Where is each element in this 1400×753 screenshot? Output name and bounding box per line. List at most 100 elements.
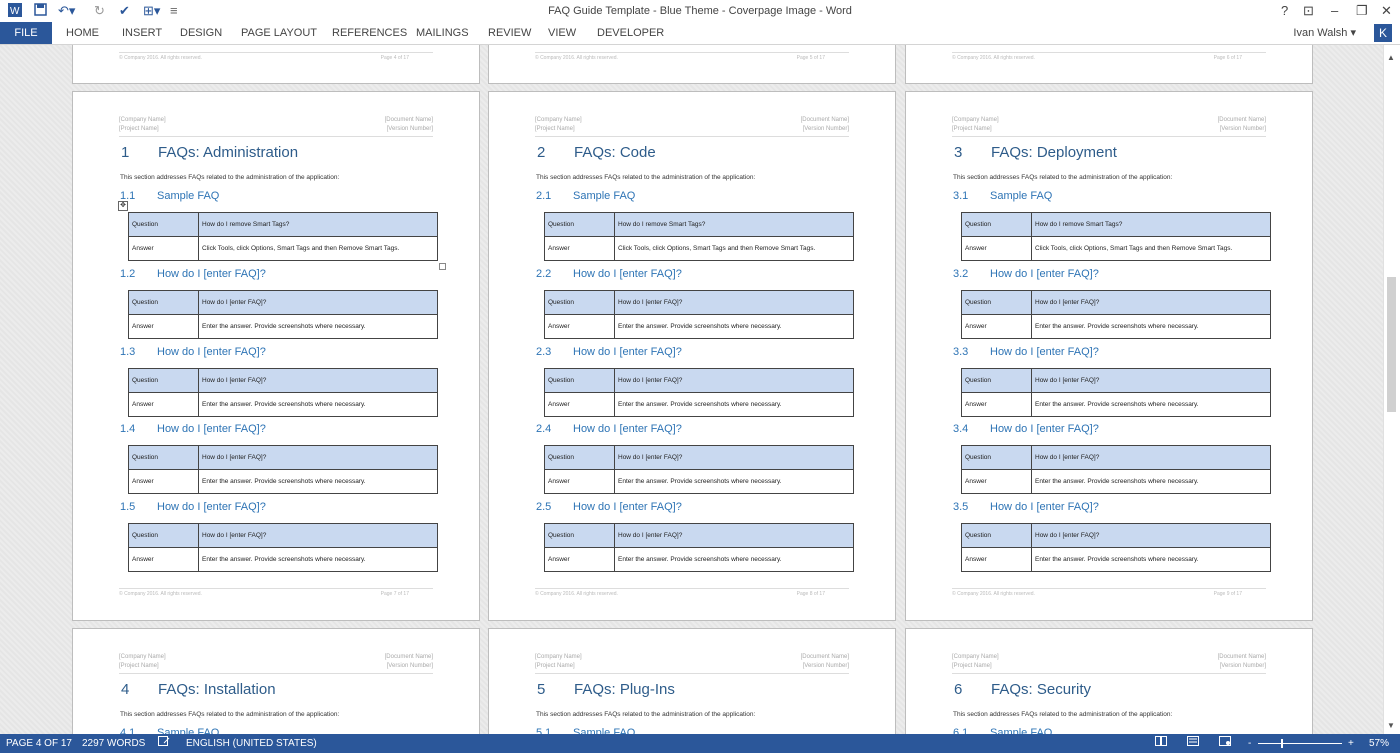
answer-text[interactable]: Enter the answer. Provide screenshots wh… — [614, 314, 854, 339]
question-text[interactable]: How do I [enter FAQ]? — [614, 290, 854, 315]
user-account[interactable]: Ivan Walsh ▾ — [1293, 22, 1356, 44]
answer-label[interactable]: Answer — [128, 236, 199, 261]
faq-table[interactable]: Question How do I [enter FAQ]? Answer Enter… — [128, 523, 438, 572]
document-canvas[interactable]: © Company 2016. All rights reserved. Pag… — [0, 45, 1384, 734]
faq-table[interactable]: Question How do I [enter FAQ]? Answer Enter… — [961, 290, 1271, 339]
answer-text[interactable]: Enter the answer. Provide screenshots wh… — [198, 469, 438, 494]
scroll-up-arrow-icon[interactable]: ▲ — [1387, 53, 1395, 62]
answer-text[interactable]: Enter the answer. Provide screenshots wh… — [1031, 392, 1271, 417]
tab-view[interactable]: VIEW — [548, 22, 576, 44]
ribbon-display-button[interactable]: ⊡ — [1303, 3, 1314, 19]
answer-label[interactable]: Answer — [544, 469, 615, 494]
faq-table[interactable]: Question How do I [enter FAQ]? Answer Enter… — [544, 368, 854, 417]
answer-label[interactable]: Answer — [961, 547, 1032, 572]
page-partial-top[interactable]: © Company 2016. All rights reserved. Pag… — [488, 45, 896, 84]
language-indicator[interactable]: ENGLISH (UNITED STATES) — [186, 734, 317, 753]
question-label[interactable]: Question — [544, 368, 615, 393]
answer-label[interactable]: Answer — [128, 392, 199, 417]
document-page[interactable]: [Company Name] [Project Name] [Document Na… — [905, 91, 1313, 621]
table-move-handle-icon[interactable]: ✥ — [118, 201, 128, 211]
faq-table[interactable]: Question How do I remove Smart Tags? Answe… — [544, 212, 854, 261]
answer-text[interactable]: Enter the answer. Provide screenshots wh… — [198, 392, 438, 417]
question-text[interactable]: How do I [enter FAQ]? — [1031, 368, 1271, 393]
answer-text[interactable]: Enter the answer. Provide screenshots wh… — [614, 547, 854, 572]
faq-table[interactable]: Question How do I remove Smart Tags? Answe… — [128, 212, 438, 261]
faq-table[interactable]: Question How do I [enter FAQ]? Answer Enter… — [961, 523, 1271, 572]
read-mode-icon[interactable] — [1155, 734, 1167, 753]
question-text[interactable]: How do I [enter FAQ]? — [198, 445, 438, 470]
document-page[interactable]: [Company Name] [Project Name] [Document Na… — [72, 628, 480, 734]
zoom-slider[interactable] — [1258, 743, 1342, 744]
faq-table[interactable]: Question How do I [enter FAQ]? Answer Enter… — [544, 523, 854, 572]
question-label[interactable]: Question — [128, 368, 199, 393]
answer-label[interactable]: Answer — [544, 392, 615, 417]
answer-label[interactable]: Answer — [128, 469, 199, 494]
answer-text[interactable]: Enter the answer. Provide screenshots wh… — [198, 547, 438, 572]
document-page[interactable]: [Company Name] [Project Name] [Document Na… — [488, 91, 896, 621]
faq-table[interactable]: Question How do I [enter FAQ]? Answer Enter… — [128, 445, 438, 494]
answer-label[interactable]: Answer — [961, 314, 1032, 339]
question-label[interactable]: Question — [961, 368, 1032, 393]
zoom-in-button[interactable]: + — [1348, 734, 1354, 753]
faq-table[interactable]: Question How do I [enter FAQ]? Answer Enter… — [128, 290, 438, 339]
faq-table[interactable]: Question How do I [enter FAQ]? Answer Enter… — [544, 290, 854, 339]
page-partial-top[interactable]: © Company 2016. All rights reserved. Pag… — [905, 45, 1313, 84]
answer-text[interactable]: Click Tools, click Options, Smart Tags a… — [614, 236, 854, 261]
tab-review[interactable]: REVIEW — [488, 22, 531, 44]
faq-table[interactable]: Question How do I [enter FAQ]? Answer Enter… — [961, 368, 1271, 417]
question-label[interactable]: Question — [544, 445, 615, 470]
question-text[interactable]: How do I [enter FAQ]? — [1031, 523, 1271, 548]
question-text[interactable]: How do I [enter FAQ]? — [614, 523, 854, 548]
web-layout-icon[interactable] — [1219, 734, 1231, 753]
answer-text[interactable]: Click Tools, click Options, Smart Tags a… — [1031, 236, 1271, 261]
answer-text[interactable]: Enter the answer. Provide screenshots wh… — [1031, 469, 1271, 494]
question-label[interactable]: Question — [544, 290, 615, 315]
proofing-icon[interactable] — [158, 734, 170, 753]
word-count[interactable]: 2297 WORDS — [82, 734, 145, 753]
help-button[interactable]: ? — [1281, 3, 1288, 18]
question-label[interactable]: Question — [961, 445, 1032, 470]
scroll-down-arrow-icon[interactable]: ▼ — [1387, 721, 1395, 730]
answer-text[interactable]: Enter the answer. Provide screenshots wh… — [614, 392, 854, 417]
question-label[interactable]: Question — [128, 290, 199, 315]
page-count[interactable]: PAGE 4 OF 17 — [6, 734, 72, 753]
tab-developer[interactable]: DEVELOPER — [597, 22, 664, 44]
question-label[interactable]: Question — [961, 212, 1032, 237]
tab-page-layout[interactable]: PAGE LAYOUT — [241, 22, 317, 44]
document-page[interactable]: [Company Name] [Project Name] [Document Na… — [72, 91, 480, 621]
question-text[interactable]: How do I remove Smart Tags? — [614, 212, 854, 237]
table-resize-handle[interactable] — [439, 263, 446, 270]
question-text[interactable]: How do I [enter FAQ]? — [198, 290, 438, 315]
vertical-scrollbar[interactable]: ▲ ▼ — [1383, 45, 1400, 734]
question-text[interactable]: How do I remove Smart Tags? — [1031, 212, 1271, 237]
answer-label[interactable]: Answer — [128, 314, 199, 339]
question-text[interactable]: How do I [enter FAQ]? — [198, 523, 438, 548]
faq-table[interactable]: Question How do I [enter FAQ]? Answer Enter… — [128, 368, 438, 417]
restore-button[interactable]: ❐ — [1356, 3, 1368, 19]
page-partial-top[interactable]: © Company 2016. All rights reserved. Pag… — [72, 45, 480, 84]
print-layout-icon[interactable] — [1187, 734, 1199, 753]
question-label[interactable]: Question — [128, 445, 199, 470]
avatar[interactable]: K — [1374, 24, 1392, 42]
answer-label[interactable]: Answer — [544, 314, 615, 339]
question-label[interactable]: Question — [128, 523, 199, 548]
faq-table[interactable]: Question How do I [enter FAQ]? Answer Enter… — [961, 445, 1271, 494]
answer-label[interactable]: Answer — [544, 547, 615, 572]
scrollbar-thumb[interactable] — [1387, 277, 1396, 412]
answer-text[interactable]: Enter the answer. Provide screenshots wh… — [1031, 547, 1271, 572]
tab-references[interactable]: REFERENCES — [332, 22, 407, 44]
tab-insert[interactable]: INSERT — [122, 22, 162, 44]
tab-file[interactable]: FILE — [0, 22, 52, 44]
zoom-level[interactable]: 57% — [1369, 734, 1389, 753]
answer-label[interactable]: Answer — [961, 236, 1032, 261]
tab-home[interactable]: HOME — [66, 22, 99, 44]
question-label[interactable]: Question — [128, 212, 199, 237]
answer-label[interactable]: Answer — [544, 236, 615, 261]
faq-table[interactable]: Question How do I [enter FAQ]? Answer Enter… — [544, 445, 854, 494]
document-page[interactable]: [Company Name] [Project Name] [Document Na… — [905, 628, 1313, 734]
close-button[interactable]: ✕ — [1381, 3, 1392, 19]
document-page[interactable]: [Company Name] [Project Name] [Document Na… — [488, 628, 896, 734]
answer-label[interactable]: Answer — [961, 392, 1032, 417]
question-label[interactable]: Question — [961, 290, 1032, 315]
faq-table[interactable]: Question How do I remove Smart Tags? Answe… — [961, 212, 1271, 261]
